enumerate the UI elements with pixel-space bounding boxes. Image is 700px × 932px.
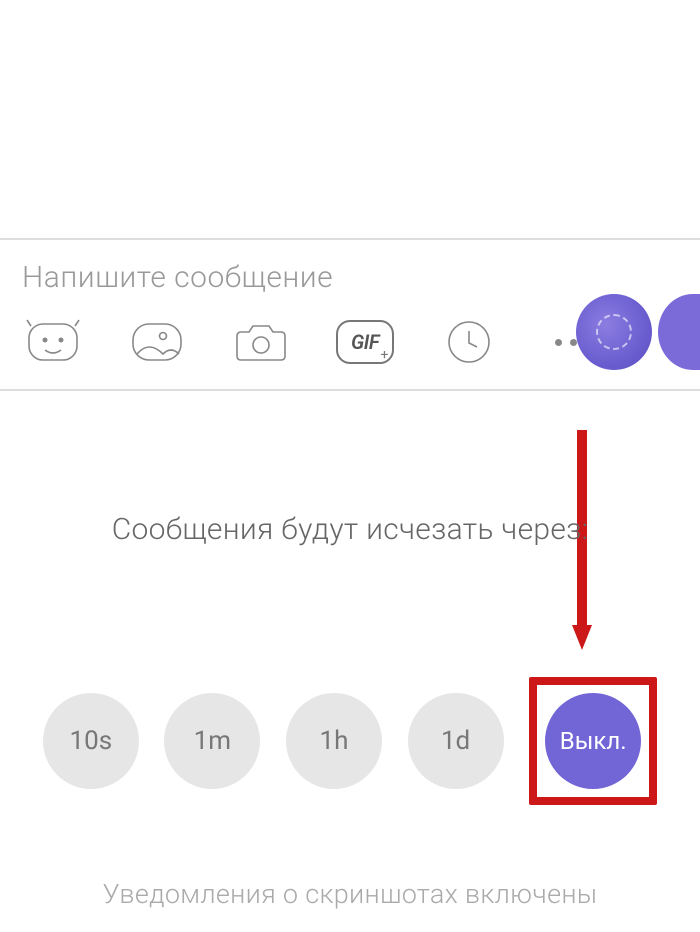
timer-option-1h[interactable]: 1h bbox=[286, 693, 382, 789]
timer-option-1m[interactable]: 1m bbox=[164, 693, 260, 789]
clock-icon[interactable] bbox=[438, 313, 500, 371]
annotation-highlight-box: Выкл. bbox=[529, 677, 657, 805]
voice-record-button[interactable] bbox=[576, 294, 652, 370]
screenshot-notification-status: Уведомления о скриншотах включены bbox=[0, 878, 700, 910]
gif-icon[interactable]: GIF bbox=[334, 313, 396, 371]
camera-icon[interactable] bbox=[230, 313, 292, 371]
timer-option-off[interactable]: Выкл. bbox=[545, 693, 641, 789]
timer-title: Сообщения будут исчезать через: bbox=[10, 512, 690, 547]
message-composer: Напишите сообщение GI bbox=[0, 238, 700, 391]
message-input[interactable]: Напишите сообщение bbox=[22, 260, 688, 295]
timer-options-row: 10s 1m 1h 1d Выкл. bbox=[10, 677, 690, 805]
gallery-icon[interactable] bbox=[126, 313, 188, 371]
disappearing-messages-panel: Сообщения будут исчезать через: 10s 1m 1… bbox=[0, 420, 700, 805]
timer-option-10s[interactable]: 10s bbox=[43, 693, 139, 789]
sticker-icon[interactable] bbox=[22, 313, 84, 371]
timer-option-1d[interactable]: 1d bbox=[408, 693, 504, 789]
